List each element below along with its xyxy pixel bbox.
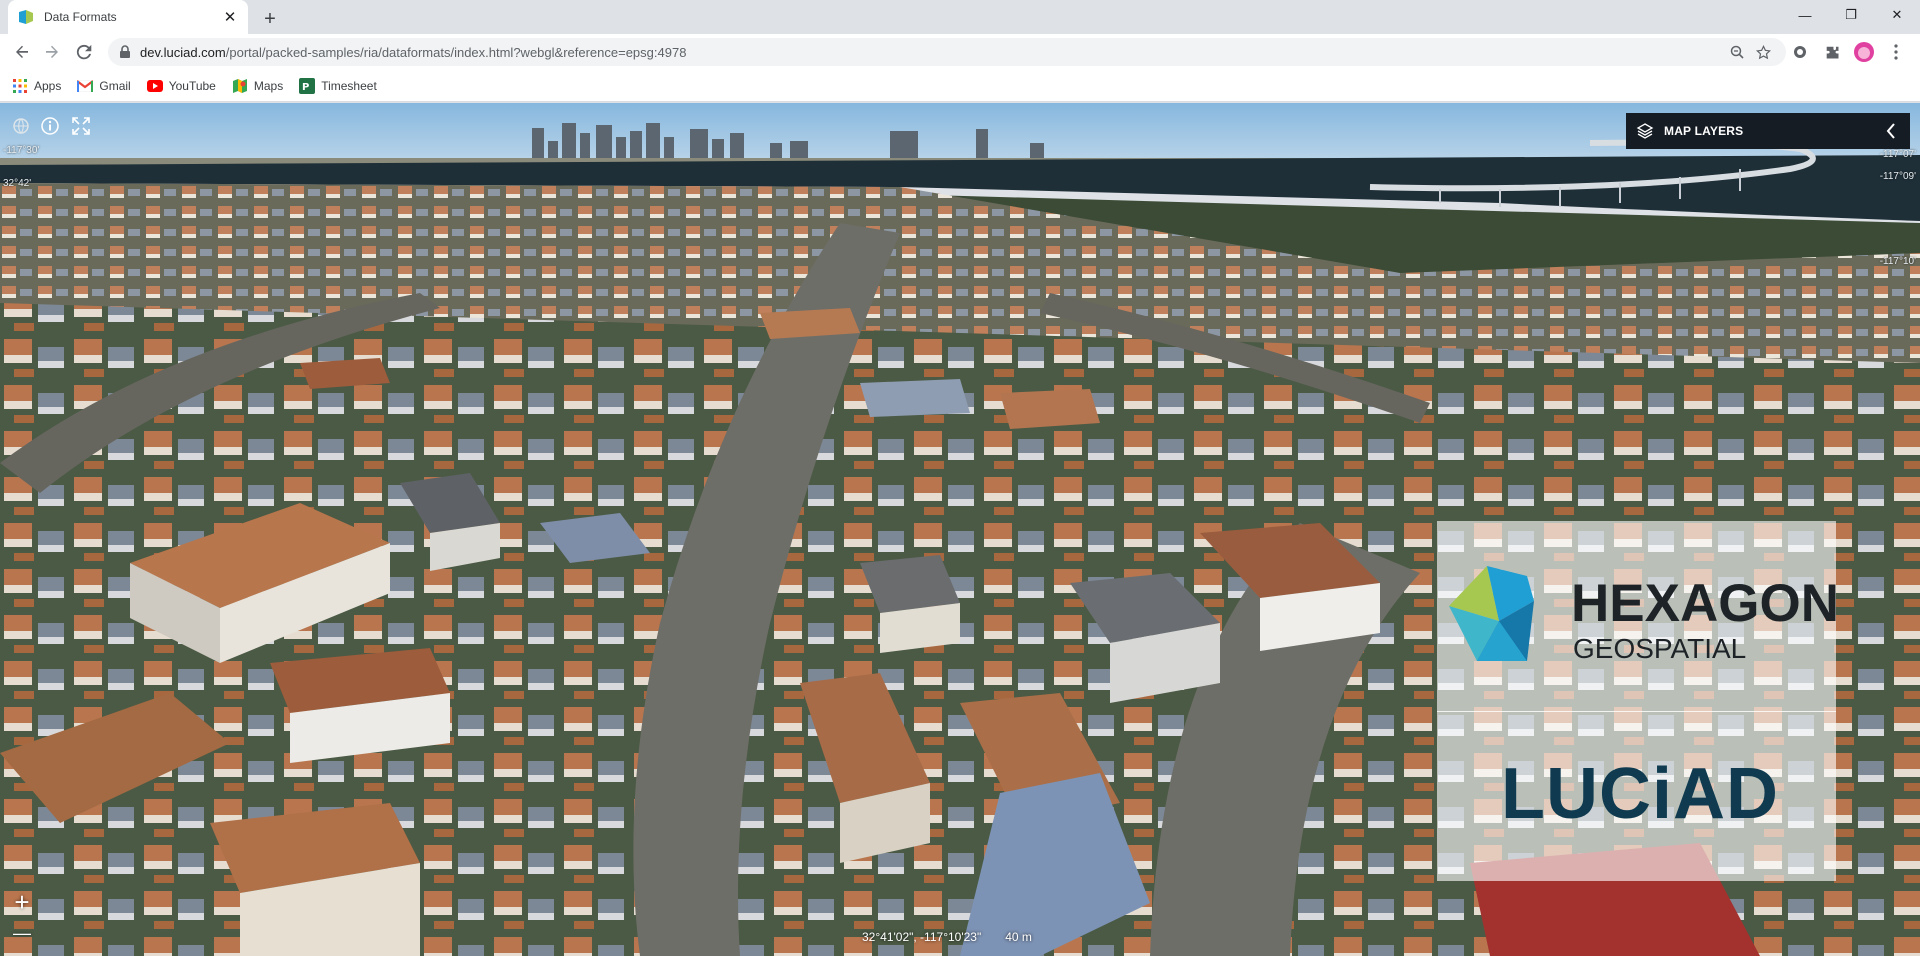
new-tab-button[interactable]: + bbox=[258, 7, 282, 31]
maps-icon bbox=[232, 78, 248, 94]
fullscreen-icon[interactable] bbox=[70, 115, 92, 137]
reload-icon bbox=[76, 44, 92, 60]
browser-tab[interactable]: Data Formats ✕ bbox=[8, 0, 248, 34]
extensions-puzzle-icon[interactable] bbox=[1820, 40, 1844, 64]
bookmark-star-icon[interactable] bbox=[1750, 39, 1776, 65]
window-controls: — ❐ ✕ bbox=[1782, 0, 1920, 30]
apps-grid-icon bbox=[12, 78, 28, 94]
tab-strip: Data Formats ✕ + — ❐ ✕ bbox=[0, 0, 1920, 34]
logo-divider bbox=[1437, 711, 1836, 712]
back-arrow-icon bbox=[16, 45, 28, 58]
graticule-lat-left: 32°42' bbox=[3, 178, 32, 189]
forward-button[interactable] bbox=[38, 38, 66, 66]
gmail-icon bbox=[77, 78, 94, 94]
map-layers-panel[interactable]: MAP LAYERS bbox=[1626, 113, 1910, 149]
globe-toggle-icon[interactable] bbox=[10, 115, 32, 137]
map-status-bar: 32°41'02", -117°10'23" 40 m bbox=[862, 930, 1056, 944]
graticule-lon-left: -117°30' bbox=[3, 145, 40, 156]
url-text[interactable]: dev.luciad.com/portal/packed-samples/ria… bbox=[140, 45, 1724, 60]
bookmark-label: Apps bbox=[34, 78, 62, 93]
url-host: dev.luciad.com bbox=[140, 44, 226, 60]
scale-readout: 40 m bbox=[1005, 930, 1032, 944]
browser-toolbar: dev.luciad.com/portal/packed-samples/ria… bbox=[0, 34, 1920, 70]
browser-menu-icon[interactable] bbox=[1884, 40, 1908, 64]
svg-text:P: P bbox=[302, 82, 309, 93]
map-layers-label: MAP LAYERS bbox=[1664, 124, 1744, 138]
mouse-coordinates: 32°41'02", -117°10'23" bbox=[862, 930, 982, 944]
zoom-page-icon[interactable] bbox=[1724, 39, 1750, 65]
lock-icon[interactable] bbox=[118, 45, 132, 59]
chevron-left-icon[interactable] bbox=[1882, 122, 1900, 140]
tab-close-icon[interactable]: ✕ bbox=[222, 9, 238, 26]
luciad-favicon-icon bbox=[19, 10, 33, 24]
tab-title: Data Formats bbox=[44, 10, 117, 24]
map-viewport[interactable]: -117°30' 32°42' -117°07' -117°09' -117°1… bbox=[0, 103, 1920, 956]
extension-circle-icon[interactable] bbox=[1788, 40, 1812, 64]
forward-arrow-icon bbox=[46, 45, 58, 58]
timesheet-icon: P bbox=[299, 77, 316, 94]
graticule-right-3: -117°10' bbox=[1879, 256, 1916, 267]
youtube-icon bbox=[146, 78, 163, 94]
bookmark-apps[interactable]: Apps bbox=[12, 78, 61, 94]
address-bar[interactable]: dev.luciad.com/portal/packed-samples/ria… bbox=[108, 38, 1786, 66]
back-button[interactable] bbox=[8, 38, 36, 66]
reload-button[interactable] bbox=[70, 38, 98, 66]
minimize-button[interactable]: — bbox=[1782, 0, 1828, 30]
bookmark-label: YouTube bbox=[168, 78, 216, 93]
bookmark-label: Timesheet bbox=[321, 78, 377, 93]
logo-overlay: HEXAGON GEOSPATIAL LUCiAD bbox=[1437, 521, 1839, 881]
geospatial-wordmark: GEOSPATIAL bbox=[1573, 633, 1747, 664]
hexagon-wordmark: HEXAGON bbox=[1571, 574, 1839, 633]
layers-icon bbox=[1636, 123, 1654, 139]
hexagon-logo-icon bbox=[1449, 566, 1534, 661]
url-path: /portal/packed-samples/ria/dataformats/i… bbox=[225, 44, 687, 60]
graticule-right-2: -117°09' bbox=[1879, 171, 1916, 182]
info-icon[interactable] bbox=[39, 115, 61, 137]
bookmark-timesheet[interactable]: P Timesheet bbox=[299, 77, 377, 94]
graticule-right-1: -117°07' bbox=[1879, 149, 1916, 160]
bookmark-label: Maps bbox=[253, 78, 284, 93]
zoom-out-button[interactable]: — bbox=[10, 921, 34, 945]
close-window-button[interactable]: ✕ bbox=[1874, 0, 1920, 30]
bookmark-youtube[interactable]: YouTube bbox=[146, 78, 216, 94]
bookmarks-bar: Apps Gmail YouTube Maps P Timesheet bbox=[0, 70, 1920, 102]
bookmark-maps[interactable]: Maps bbox=[232, 78, 283, 94]
profile-avatar[interactable] bbox=[1852, 40, 1876, 64]
restore-button[interactable]: ❐ bbox=[1828, 0, 1874, 30]
bookmark-gmail[interactable]: Gmail bbox=[77, 78, 131, 94]
luciad-wordmark: LUCiAD bbox=[1501, 754, 1779, 834]
zoom-in-button[interactable]: + bbox=[10, 889, 34, 915]
bookmark-label: Gmail bbox=[99, 78, 131, 93]
